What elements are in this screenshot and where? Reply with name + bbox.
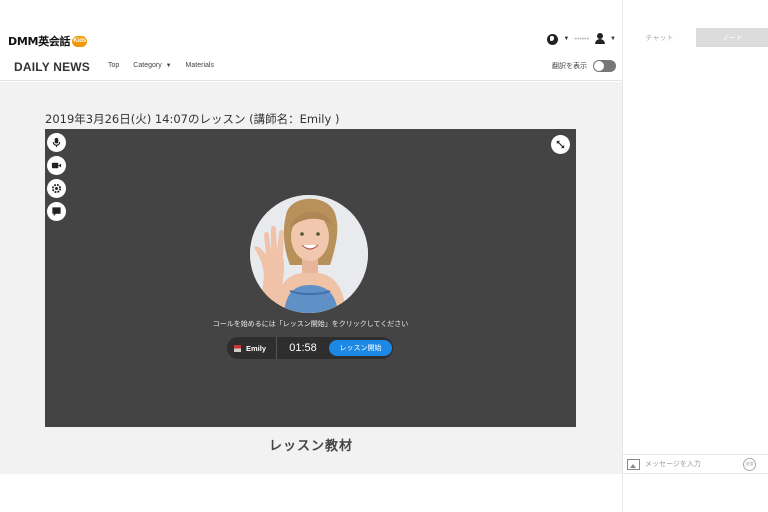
microphone-icon[interactable] [47, 133, 66, 152]
message-input[interactable] [645, 457, 743, 471]
flag-icon [234, 344, 241, 352]
translation-toggle[interactable] [593, 60, 616, 72]
tutor-name: Emily [246, 343, 267, 353]
call-bar: Emily 01:58 レッスン開始 [227, 337, 393, 359]
top-bar: DMM英会話 Kids ▼ •••••• ▼ [0, 28, 622, 52]
username[interactable]: •••••• [574, 36, 589, 43]
logo-badge: Kids [72, 35, 88, 47]
chevron-down-icon: ▼ [165, 63, 172, 69]
site-title[interactable]: DAILY NEWS [14, 60, 90, 74]
nav-item-materials[interactable]: Materials [186, 62, 214, 69]
lesson-app: DMM英会話 Kids ▼ •••••• ▼ DAILY NEWS Top Ca… [0, 0, 622, 512]
tab-note[interactable]: ノート [696, 28, 768, 47]
nav-links: Top Category ▼ Materials [108, 62, 214, 69]
nav-item-category-label: Category [133, 62, 162, 69]
nav-item-top[interactable]: Top [108, 62, 119, 69]
settings-icon[interactable] [47, 179, 66, 198]
globe-icon[interactable] [547, 33, 559, 45]
account-menu: ▼ •••••• ▼ [547, 33, 616, 45]
call-prompt: コールを始めるには「レッスン開始」をクリックしてください [212, 321, 409, 328]
image-icon[interactable] [627, 458, 640, 470]
message-composer: 送信 [623, 454, 768, 474]
expand-icon[interactable] [551, 135, 570, 154]
side-tabs: チャット ノート [623, 28, 768, 47]
chat-icon[interactable] [47, 202, 66, 221]
video-area: コールを始めるには「レッスン開始」をクリックしてください Emily 01:58… [45, 129, 576, 427]
lesson-timer: 01:58 [289, 342, 317, 354]
lesson-content: 2019年3月26日(火) 14:07のレッスン (講師名：Emily ) コー… [0, 82, 622, 474]
user-icon[interactable] [594, 33, 606, 45]
send-icon[interactable]: 送信 [743, 457, 756, 471]
logo-text: DMM英会話 [8, 35, 71, 48]
translation-toggle-group: 翻訳を表示 [552, 60, 616, 72]
lesson-heading: 2019年3月26日(火) 14:07のレッスン (講師名：Emily ) [45, 112, 340, 126]
nav-bar: DAILY NEWS Top Category ▼ Materials 翻訳を表… [0, 52, 622, 81]
chevron-down-icon[interactable]: ▼ [610, 36, 616, 42]
nav-item-category[interactable]: Category ▼ [133, 62, 171, 69]
tutor-info: Emily [227, 337, 277, 359]
translation-toggle-label: 翻訳を表示 [552, 63, 587, 70]
toggle-knob [594, 61, 604, 71]
dmm-logo[interactable]: DMM英会話 Kids [8, 33, 88, 49]
side-panel: チャット ノート 送信 [622, 0, 768, 512]
tab-chat[interactable]: チャット [623, 28, 696, 47]
camera-icon[interactable] [47, 156, 66, 175]
chevron-down-icon[interactable]: ▼ [563, 36, 569, 42]
materials-title: レッスン教材 [268, 439, 353, 454]
tutor-avatar [250, 195, 368, 313]
start-lesson-button[interactable]: レッスン開始 [329, 340, 392, 356]
